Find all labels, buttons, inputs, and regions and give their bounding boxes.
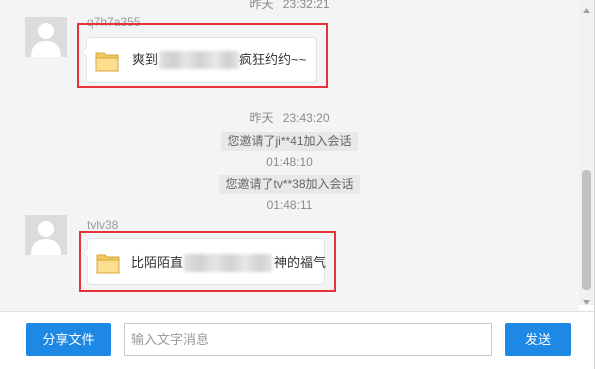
system-notice: 您邀请了ji**41加入会话	[221, 132, 358, 151]
blurred-text	[159, 51, 239, 69]
scroll-down-arrow-icon[interactable]	[582, 293, 591, 305]
scrollbar-thumb[interactable]	[582, 170, 591, 290]
user-avatar-placeholder-icon	[25, 215, 67, 255]
composer-divider	[0, 311, 594, 312]
file-name-end: 疯狂约约~~	[239, 52, 307, 67]
avatar[interactable]	[25, 215, 67, 255]
send-button[interactable]: 发送	[505, 323, 571, 356]
file-message-bubble[interactable]: 比陌陌直 神的福气	[82, 238, 327, 285]
timestamp: 01:48:11	[266, 198, 313, 212]
sender-name: tvlv38	[87, 218, 119, 232]
blurred-text	[184, 254, 272, 272]
window-border	[594, 0, 595, 369]
chat-window: 昨天 23:32:21 q7h7a355 爽到 疯狂约约~~ 昨天 23:43:…	[0, 0, 596, 369]
sender-name: q7h7a355	[87, 15, 141, 29]
folder-icon	[96, 252, 120, 274]
vertical-scrollbar[interactable]	[579, 0, 594, 305]
avatar[interactable]	[25, 17, 67, 57]
system-notice: 您邀请了tv**38加入会话	[219, 175, 360, 194]
timestamp: 01:48:10	[266, 155, 313, 169]
share-file-button[interactable]: 分享文件	[26, 323, 111, 356]
folder-icon	[95, 50, 119, 72]
system-notice-row: 您邀请了tv**38加入会话	[0, 175, 579, 194]
user-avatar-placeholder-icon	[25, 17, 67, 57]
file-name-start: 比陌陌直	[131, 255, 184, 270]
bubble-pointer	[81, 47, 87, 57]
system-notice-row: 您邀请了ji**41加入会话	[0, 132, 579, 151]
timestamp: 昨天 23:43:20	[249, 111, 330, 125]
timestamp: 昨天 23:32:21	[249, 0, 330, 11]
scroll-up-arrow-icon[interactable]	[582, 2, 591, 13]
bubble-pointer	[82, 248, 88, 258]
message-list[interactable]: 昨天 23:32:21 q7h7a355 爽到 疯狂约约~~ 昨天 23:43:…	[0, 0, 579, 311]
file-name-start: 爽到	[132, 52, 159, 67]
message-input[interactable]	[124, 323, 492, 356]
file-message-bubble[interactable]: 爽到 疯狂约约~~	[81, 37, 317, 83]
file-name-end: 神的福气	[274, 255, 327, 270]
